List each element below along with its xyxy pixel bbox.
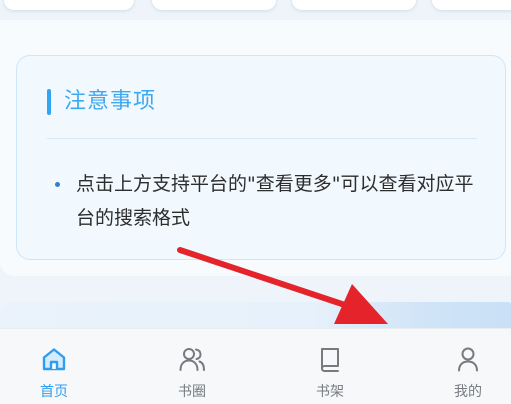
tab-bookshelf-label: 书架 [316,384,344,400]
tab-mine[interactable]: 我的 [428,329,508,404]
tab-circle[interactable]: 书圈 [152,329,232,404]
tab-bookshelf[interactable]: 书架 [290,329,370,404]
bottom-tab-bar: 首页 书圈 书架 我的 [0,328,511,404]
notice-title-accent-bar [47,89,51,115]
tab-mine-label: 我的 [454,384,482,400]
tab-home-label: 首页 [40,384,68,400]
top-card[interactable] [4,0,134,10]
tab-circle-label: 书圈 [178,384,206,400]
book-icon [321,348,339,372]
top-card-row [0,0,511,10]
notice-title: 注意事项 [64,89,157,114]
home-icon [42,348,66,371]
notice-card: 注意事项 点击上方支持平台的"查看更多"可以查看对应平台的搜索格式 [16,55,506,260]
users-icon [179,348,205,371]
notice-item-text: 点击上方支持平台的"查看更多"可以查看对应平台的搜索格式 [76,173,474,229]
top-card[interactable] [292,0,416,10]
user-icon [458,347,478,372]
tab-home[interactable]: 首页 [14,329,94,404]
top-card[interactable] [152,0,276,10]
top-card[interactable] [432,0,511,10]
notice-divider [47,138,477,139]
bullet-icon [55,182,60,187]
